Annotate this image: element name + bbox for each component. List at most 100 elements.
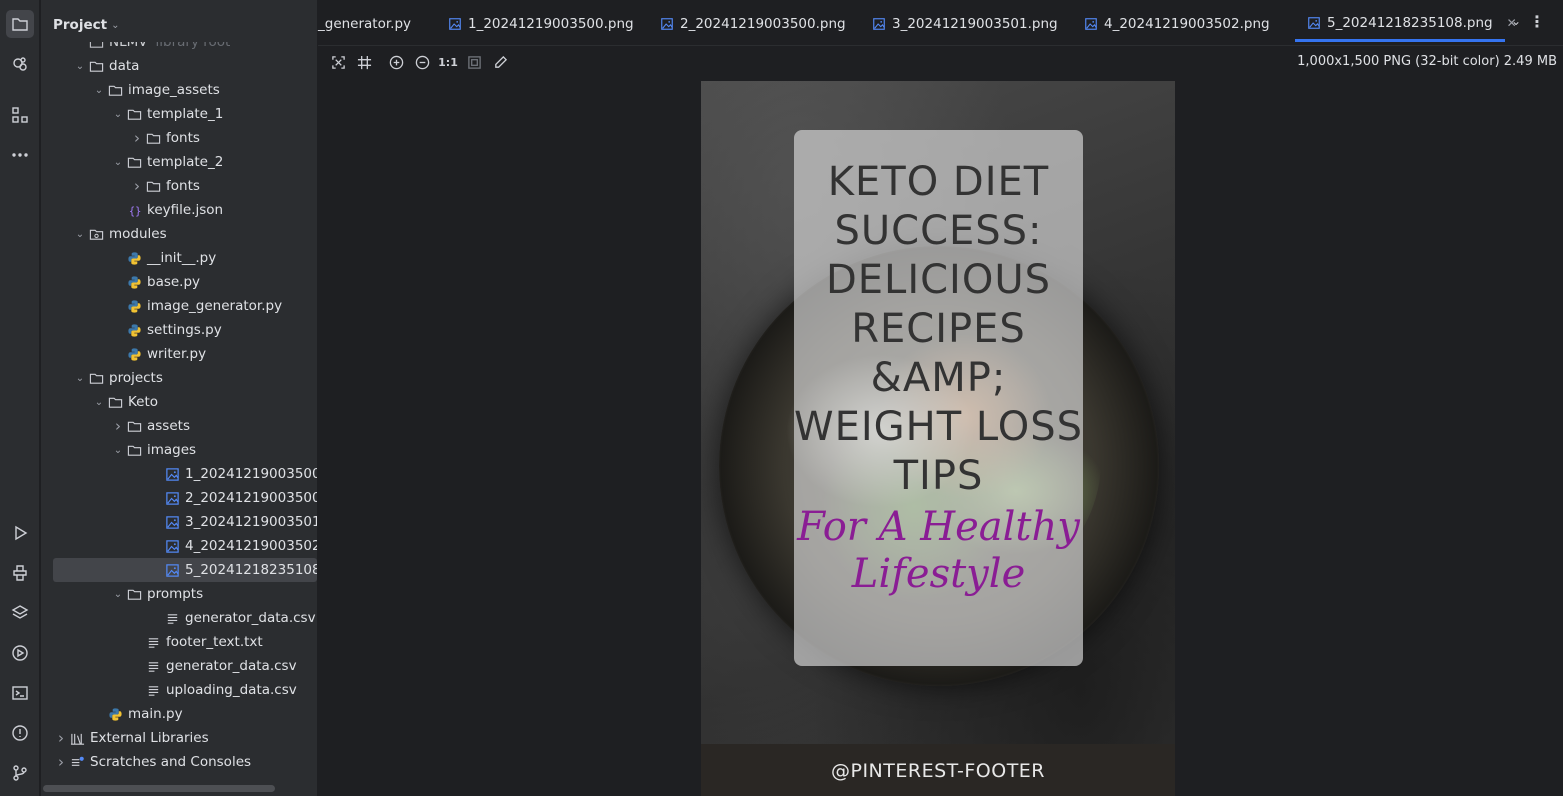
tree-item[interactable]: 4_20241219003502.png xyxy=(53,534,317,558)
run-icon[interactable] xyxy=(6,519,34,547)
git-icon[interactable] xyxy=(6,759,34,787)
tree-item[interactable]: ⌄ image_assets xyxy=(53,78,309,102)
chevron-down-icon[interactable]: ⌄ xyxy=(72,61,88,72)
tree-item[interactable]: ⌄ images xyxy=(53,438,309,462)
grid-icon[interactable] xyxy=(354,52,374,72)
tree-item[interactable]: › fonts xyxy=(53,174,309,198)
chevron-right-icon[interactable]: › xyxy=(110,417,126,435)
tree-item[interactable]: uploading_data.csv xyxy=(53,678,309,702)
chevron-down-icon[interactable]: ⌄ xyxy=(91,85,107,96)
editor-tab[interactable]: 5_20241218235108.png ✕ xyxy=(1295,6,1517,42)
tree-item-label: generator_data.csv xyxy=(185,610,316,626)
chevron-right-icon[interactable]: › xyxy=(129,129,145,147)
tree-item[interactable]: › fonts xyxy=(53,126,309,150)
chevron-down-icon[interactable]: ⌄ xyxy=(110,445,126,456)
tree-item[interactable]: generator_data.csv xyxy=(53,654,309,678)
folder-icon xyxy=(88,58,104,74)
editor-tab[interactable]: _generator.py xyxy=(318,6,411,42)
folder-icon xyxy=(126,442,142,458)
package-icon xyxy=(88,226,104,242)
tree-item[interactable]: › External Libraries xyxy=(53,726,309,750)
tree-item-label: writer.py xyxy=(147,346,207,362)
folder-icon xyxy=(126,418,142,434)
color-picker-icon[interactable] xyxy=(490,52,510,72)
tab-label: 2_20241219003500.png xyxy=(680,16,846,32)
chevron-down-icon[interactable]: ⌄ xyxy=(91,397,107,408)
tree-item[interactable]: 1_20241219003500.png xyxy=(53,462,317,486)
problems-icon[interactable] xyxy=(6,719,34,747)
tree-item[interactable]: NLMV library root xyxy=(53,42,309,54)
chevron-right-icon[interactable]: › xyxy=(53,753,69,771)
folder-icon xyxy=(107,394,123,410)
tree-item[interactable]: › Scratches and Consoles xyxy=(53,750,309,774)
chevron-down-icon[interactable]: ⌄ xyxy=(110,157,126,168)
tree-item-label: template_2 xyxy=(147,154,224,170)
image-file-icon xyxy=(164,514,180,530)
editor-tab[interactable]: 4_20241219003502.png xyxy=(1084,6,1270,42)
project-tool-icon[interactable] xyxy=(6,10,34,38)
more-tools-icon[interactable] xyxy=(6,141,34,169)
tree-item[interactable]: image_generator.py xyxy=(53,294,309,318)
tree-item[interactable]: › assets xyxy=(53,414,309,438)
editor-tab[interactable]: 1_20241219003500.png xyxy=(448,6,634,42)
zoom-in-icon[interactable] xyxy=(386,52,406,72)
tree-item[interactable]: ⌄ template_2 xyxy=(53,150,309,174)
image-file-icon xyxy=(164,466,180,482)
project-view-selector[interactable]: Project ⌄ xyxy=(41,8,317,42)
tree-item[interactable]: main.py xyxy=(53,702,309,726)
tree-item[interactable]: ⌄ template_1 xyxy=(53,102,309,126)
tree-item-label: data xyxy=(109,58,140,74)
tree-horizontal-scrollbar[interactable] xyxy=(43,785,275,792)
tree-item[interactable]: 2_20241219003500.png xyxy=(53,486,317,510)
tree-item[interactable]: 3_20241219003501.png xyxy=(53,510,317,534)
tree-item[interactable]: settings.py xyxy=(53,318,309,342)
structure-tool-icon[interactable] xyxy=(6,101,34,129)
tree-item[interactable]: writer.py xyxy=(53,342,309,366)
python-console-icon[interactable] xyxy=(6,559,34,587)
tree-item[interactable]: base.py xyxy=(53,270,309,294)
zoom-out-icon[interactable] xyxy=(412,52,432,72)
tree-item[interactable]: ⌄ projects xyxy=(53,366,309,390)
editor-tab[interactable]: 2_20241219003500.png xyxy=(660,6,846,42)
python-file-icon xyxy=(107,706,123,722)
tree-item-label: 5_20241218235108.png xyxy=(185,562,317,578)
tree-item[interactable]: generator_data.csv xyxy=(53,606,316,630)
chevron-right-icon[interactable]: › xyxy=(53,729,69,747)
tree-item[interactable]: ⌄ Keto xyxy=(53,390,309,414)
pin-title: KETO DIET SUCCESS: DELICIOUS RECIPES &AM… xyxy=(794,159,1083,499)
fit-zoom-icon[interactable] xyxy=(328,52,348,72)
tab-options-icon[interactable]: ⋮ xyxy=(1529,12,1545,31)
chevron-down-icon[interactable]: ⌄ xyxy=(72,373,88,384)
tree-item[interactable]: {} keyfile.json xyxy=(53,198,309,222)
tree-item-label: External Libraries xyxy=(90,730,209,746)
tab-list-chevron-icon[interactable]: ⌄ xyxy=(1511,14,1521,28)
tree-item-label: uploading_data.csv xyxy=(166,682,297,698)
background-icon[interactable] xyxy=(464,52,484,72)
tree-item[interactable]: __init__.py xyxy=(53,246,309,270)
chevron-down-icon[interactable]: ⌄ xyxy=(110,589,126,600)
tree-item[interactable]: 5_20241218235108.png xyxy=(53,558,317,582)
folder-icon xyxy=(126,106,142,122)
editor-tab[interactable]: 3_20241219003501.png xyxy=(872,6,1058,42)
tree-item-label: images xyxy=(147,442,197,458)
tab-label: 4_20241219003502.png xyxy=(1104,16,1270,32)
python-file-icon xyxy=(126,346,142,362)
python-file-icon xyxy=(126,250,142,266)
layers-icon[interactable] xyxy=(6,599,34,627)
terminal-icon[interactable] xyxy=(6,679,34,707)
tree-item[interactable]: ⌄ prompts xyxy=(53,582,309,606)
chevron-down-icon[interactable]: ⌄ xyxy=(110,109,126,120)
services-run-icon[interactable] xyxy=(6,639,34,667)
activity-bar xyxy=(0,0,40,796)
chevron-down-icon[interactable]: ⌄ xyxy=(72,229,88,240)
actual-size-button[interactable]: 1:1 xyxy=(438,52,458,72)
svg-text:{}: {} xyxy=(128,205,140,217)
tree-item[interactable]: ⌄ data xyxy=(53,54,309,78)
text-file-icon xyxy=(145,634,161,650)
editor-area: _generator.py 1_20241219003500.png 2_20241… xyxy=(318,0,1563,796)
image-file-icon xyxy=(872,17,886,31)
chevron-right-icon[interactable]: › xyxy=(129,177,145,195)
tree-item[interactable]: ⌄ modules xyxy=(53,222,309,246)
services-tool-icon[interactable] xyxy=(6,50,34,78)
tree-item[interactable]: footer_text.txt xyxy=(53,630,309,654)
